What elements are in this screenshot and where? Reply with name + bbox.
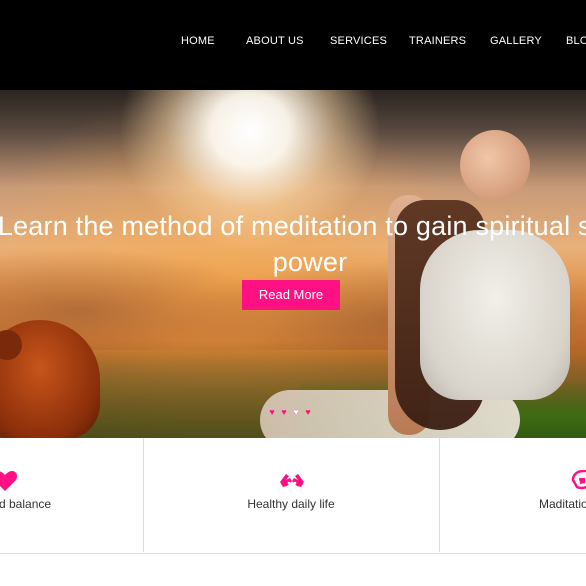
hero-woman-head bbox=[460, 130, 530, 200]
feature-healthy-daily-life: Healthy daily life bbox=[144, 438, 439, 552]
feature-meditation: Maditatio bbox=[440, 438, 586, 552]
hands-icon bbox=[278, 470, 304, 492]
hero-title-line2: power bbox=[272, 247, 348, 277]
feature-meditation-label: Maditatio bbox=[539, 497, 586, 511]
slider-dot-1[interactable]: ♥ bbox=[268, 408, 276, 417]
slider-dots: ♥ ♥ ♥ ♥ bbox=[268, 402, 316, 417]
features-strip: d balance Healthy daily life Maditatio bbox=[0, 438, 586, 554]
nav-services[interactable]: SERVICES bbox=[330, 35, 387, 47]
top-navigation: HOME ABOUT US SERVICES TRAINERS GALLERY … bbox=[0, 0, 586, 90]
meditation-icon bbox=[569, 469, 586, 492]
feature-healthy-daily-life-label: Healthy daily life bbox=[247, 497, 335, 511]
slider-dot-4[interactable]: ♥ bbox=[304, 408, 312, 417]
heart-icon bbox=[0, 470, 18, 492]
hero-title-line1: Learn the method of meditation to gain s… bbox=[0, 211, 586, 241]
slider-dot-3-active[interactable]: ♥ bbox=[292, 408, 300, 417]
nav-gallery[interactable]: GALLERY bbox=[490, 35, 542, 47]
nav-blog[interactable]: BLO bbox=[566, 35, 586, 47]
hero-title: Learn the method of meditation to gain s… bbox=[0, 208, 586, 280]
hero-slider: Learn the method of meditation to gain s… bbox=[0, 90, 586, 438]
nav-trainers[interactable]: TRAINERS bbox=[409, 35, 466, 47]
read-more-button[interactable]: Read More bbox=[242, 280, 340, 310]
feature-balance: d balance bbox=[0, 438, 143, 552]
nav-about-us[interactable]: ABOUT US bbox=[246, 35, 304, 47]
nav-home[interactable]: HOME bbox=[181, 35, 215, 47]
slider-dot-2[interactable]: ♥ bbox=[280, 408, 288, 417]
